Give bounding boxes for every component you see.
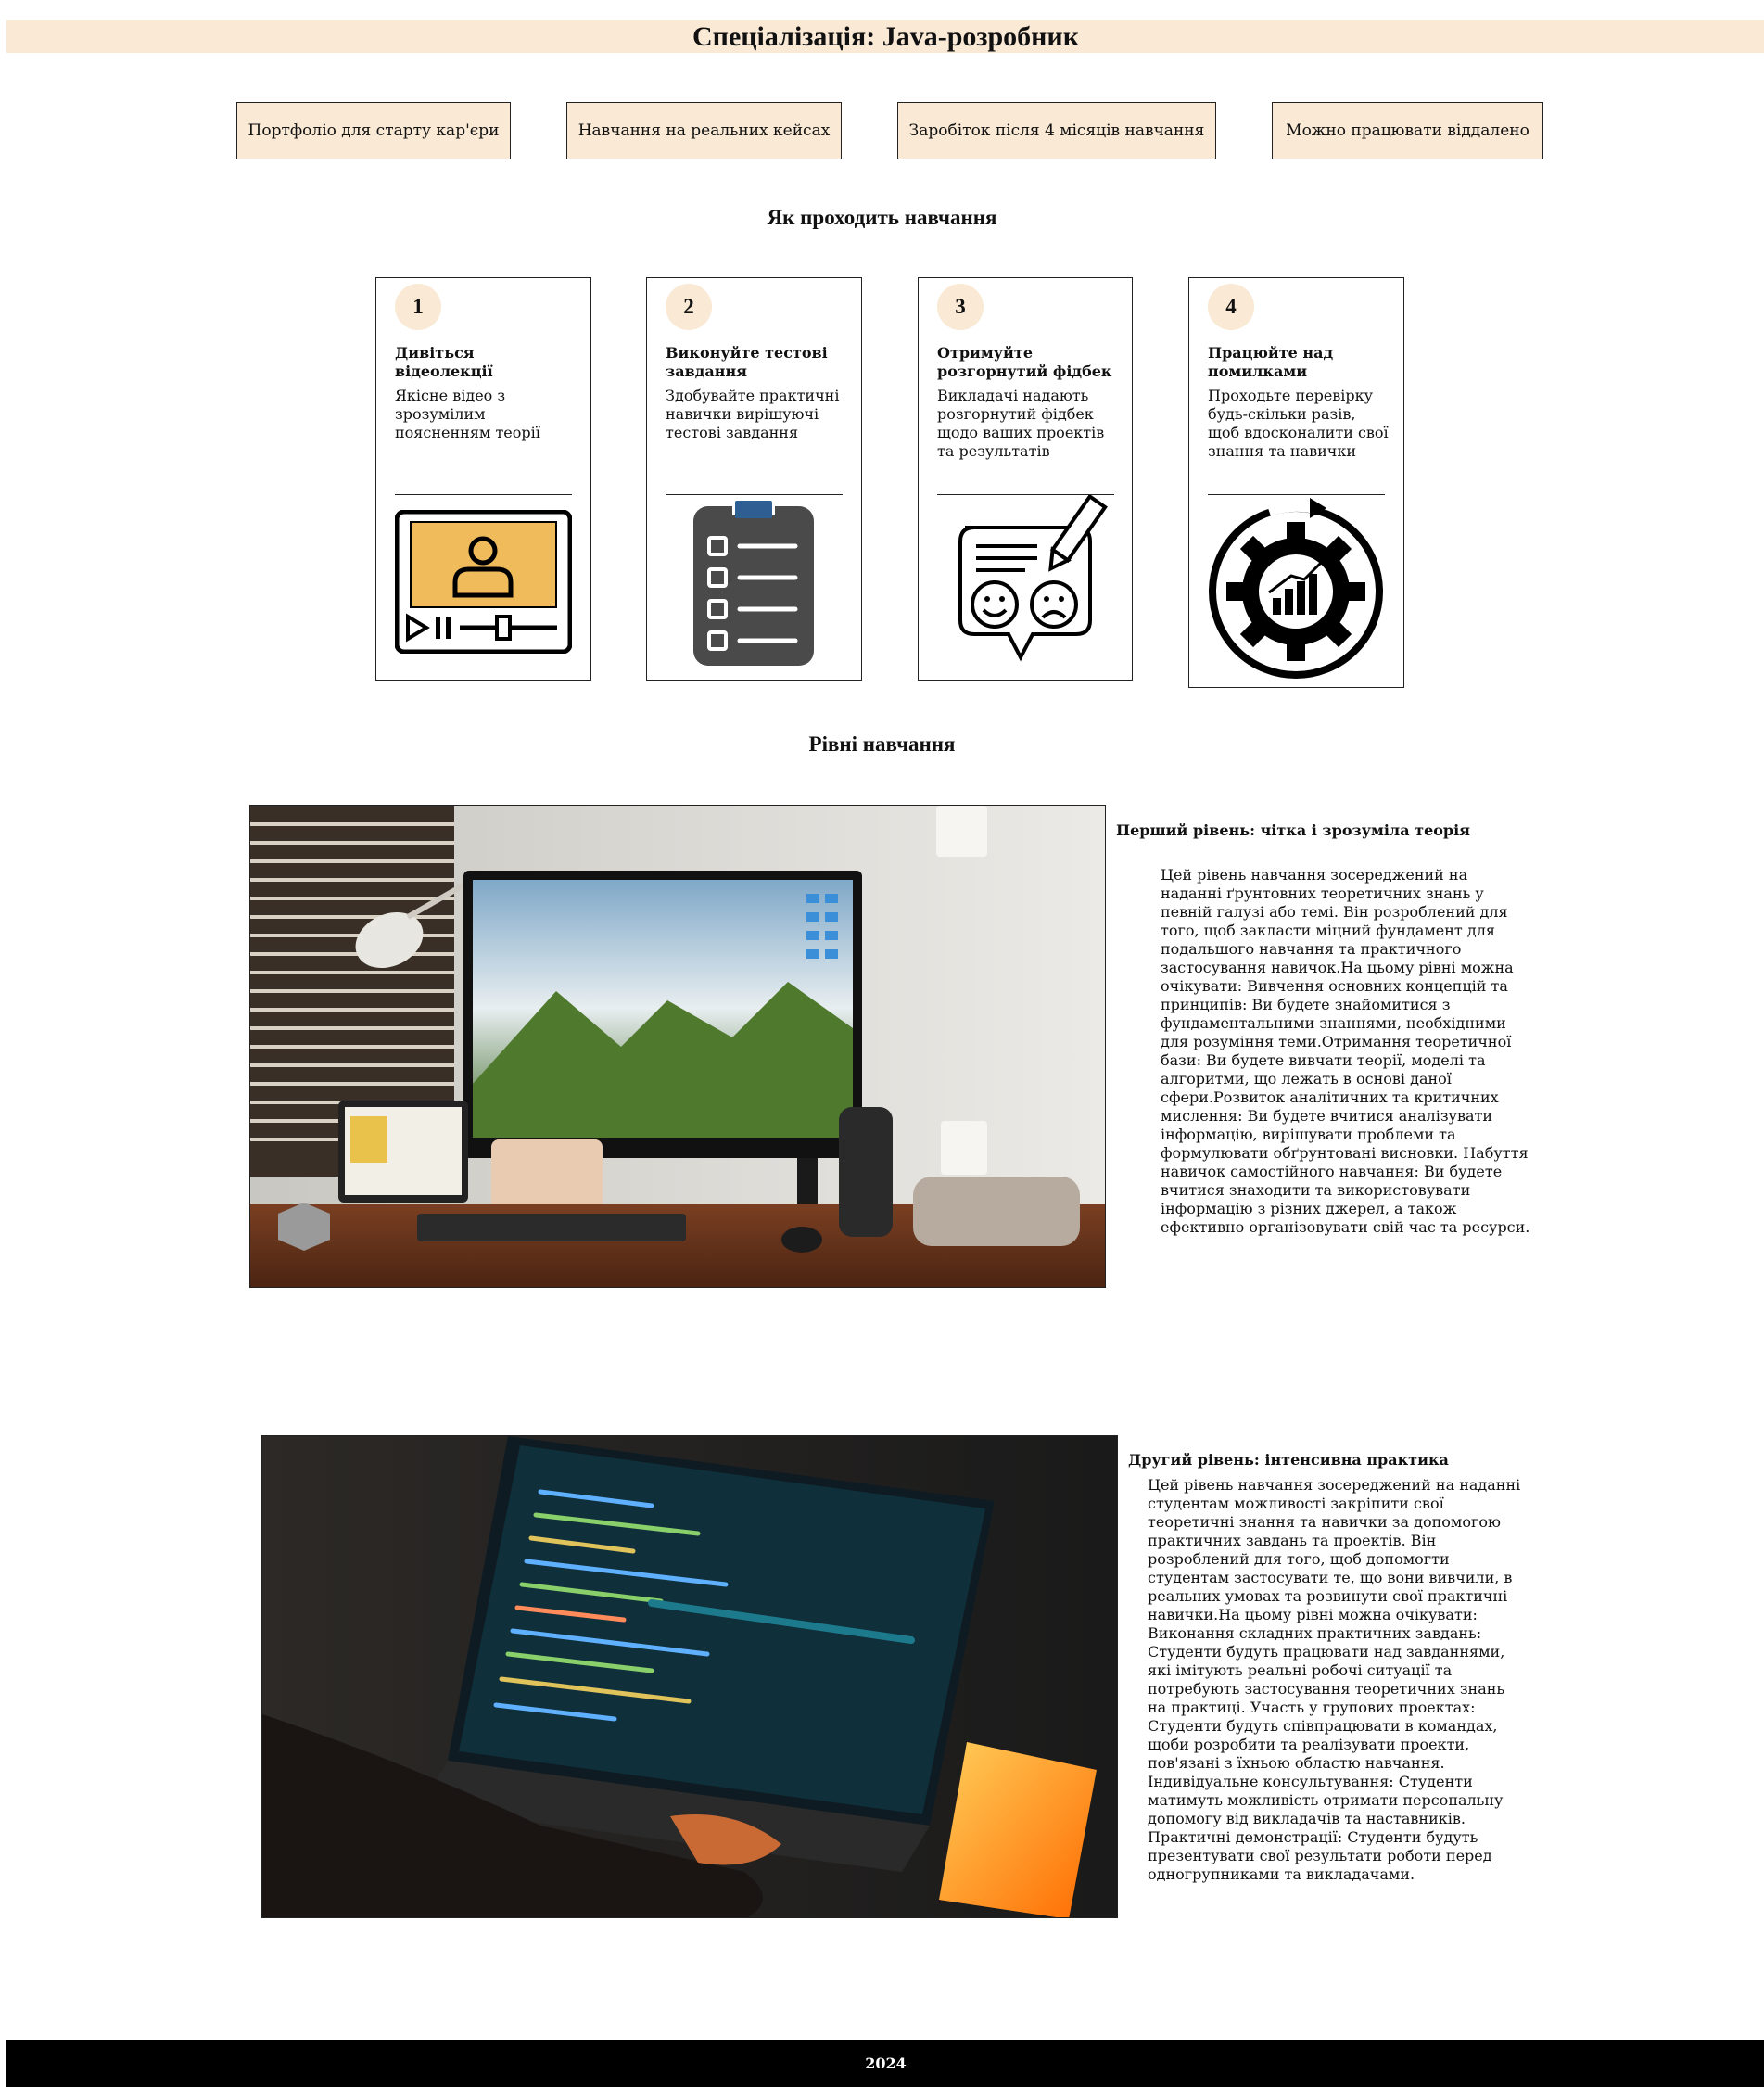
footer-year: 2024 bbox=[865, 2055, 907, 2072]
level-1-heading: Перший рівень: чітка і зрозуміла теорія bbox=[1116, 821, 1470, 839]
level-1-text: Цей рівень навчання зосереджений на нада… bbox=[1161, 866, 1530, 1236]
step-description: Якісне відео з зрозумілим поясненням тео… bbox=[395, 387, 540, 441]
step-description: Проходьте перевірку будь-скільки разів, … bbox=[1208, 387, 1389, 460]
divider bbox=[395, 494, 572, 495]
step-number: 3 bbox=[937, 284, 984, 330]
process-title: Як проходить навчання bbox=[767, 206, 997, 229]
step-number: 4 bbox=[1208, 284, 1254, 330]
laptop-code-photo bbox=[261, 1435, 1118, 1918]
step-card-3: 3 Отримуйте розгорнутий фідбек Викладачі… bbox=[918, 277, 1133, 681]
divider bbox=[666, 494, 843, 495]
step-card-1: 1 Дивіться відеолекції Якісне відео з зр… bbox=[375, 277, 591, 681]
step-title: Виконуйте тестові завдання bbox=[666, 344, 828, 380]
step-title: Отримуйте розгорнутий фідбек bbox=[937, 344, 1112, 380]
feature-portfolio[interactable]: Портфоліо для старту кар'єри bbox=[236, 102, 511, 159]
step-title: Працюйте над помилками bbox=[1208, 344, 1334, 380]
step-description: Викладачі надають розгорнутий фідбек щод… bbox=[937, 387, 1105, 460]
gear-improvement-icon bbox=[1208, 496, 1385, 681]
step-card-2: 2 Виконуйте тестові завдання Здобувайте … bbox=[646, 277, 862, 681]
level-2-text: Цей рівень навчання зосереджений на нада… bbox=[1148, 1476, 1521, 1883]
step-description: Здобувайте практичні навички вирішуючі т… bbox=[666, 387, 840, 441]
clipboard-checklist-icon bbox=[666, 499, 843, 668]
feature-earnings[interactable]: Заробіток після 4 місяців навчання bbox=[897, 102, 1216, 159]
page-header: Спеціалізація: Java-розробник bbox=[6, 20, 1764, 53]
levels-title: Рівні навчання bbox=[808, 732, 956, 756]
level-2-heading: Другий рівень: інтенсивна практика bbox=[1128, 1451, 1449, 1469]
step-title: Дивіться відеолекції bbox=[395, 344, 493, 380]
feedback-icon bbox=[937, 493, 1114, 671]
footer: 2024 bbox=[6, 2040, 1764, 2087]
feature-remote[interactable]: Можно працювати віддалено bbox=[1272, 102, 1543, 159]
page-title: Спеціалізація: Java-розробник bbox=[692, 20, 1079, 52]
step-number: 2 bbox=[666, 284, 712, 330]
step-number: 1 bbox=[395, 284, 441, 330]
video-lecture-icon bbox=[394, 509, 573, 655]
desk-monitor-photo bbox=[249, 805, 1106, 1288]
divider bbox=[1208, 494, 1385, 495]
feature-real-cases[interactable]: Навчання на реальних кейсах bbox=[566, 102, 842, 159]
step-card-4: 4 Працюйте над помилками Проходьте перев… bbox=[1188, 277, 1404, 688]
